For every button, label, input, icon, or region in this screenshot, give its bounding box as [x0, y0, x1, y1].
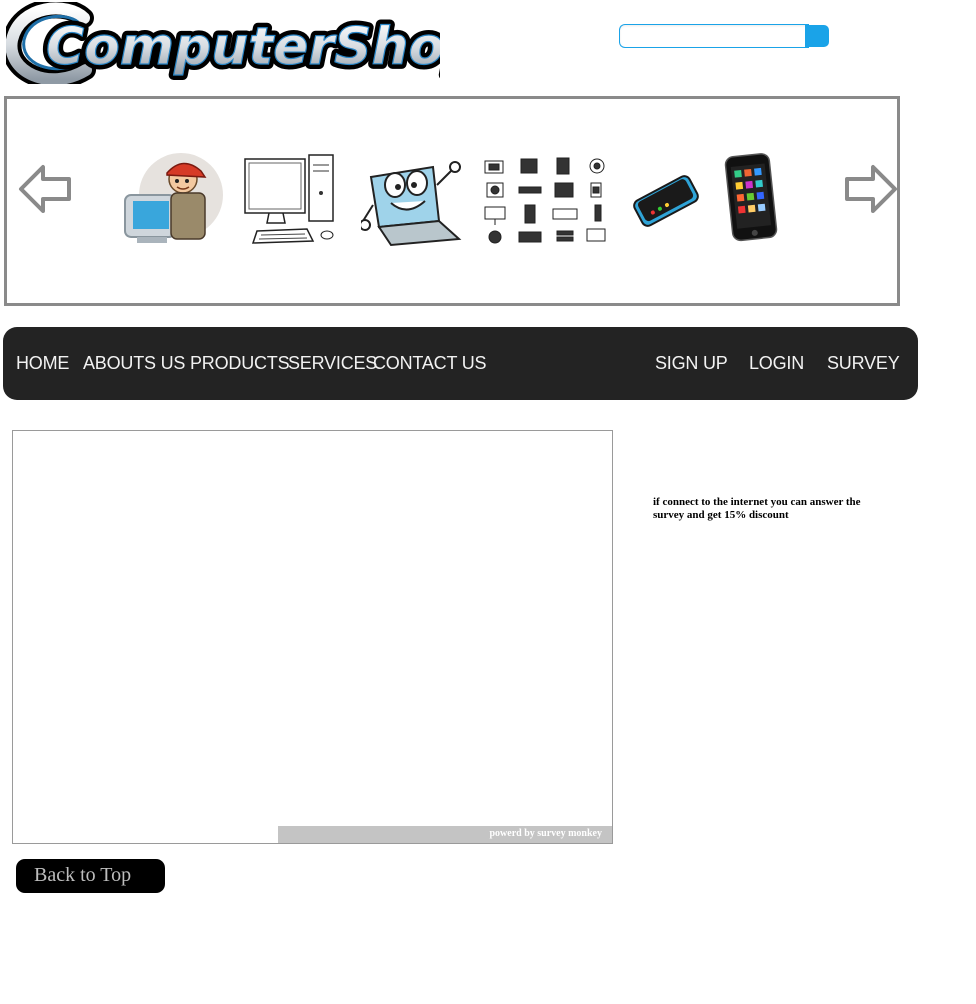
nav-products[interactable]: PRODUCTS [190, 353, 290, 374]
product-slider [4, 96, 900, 306]
back-to-top-label: Back to Top [34, 864, 132, 886]
nav-about-us[interactable]: ABOUTS US [83, 353, 185, 374]
mobile-phone-icon[interactable] [629, 169, 703, 233]
powered-by-bar[interactable]: powerd by survey monkey [278, 826, 612, 843]
survey-embed-frame[interactable]: powerd by survey monkey [12, 430, 613, 844]
laptop-cartoon-icon[interactable] [361, 155, 465, 247]
arrow-right-icon[interactable] [839, 161, 899, 217]
nav-home[interactable]: HOME [16, 353, 69, 374]
survey-discount-notice: if connect to the internet you can answe… [653, 496, 861, 521]
arrow-left-icon[interactable] [17, 161, 77, 217]
nav-contact-us[interactable]: CONTACT US [373, 353, 487, 374]
technician-icon[interactable] [121, 151, 229, 249]
smartphone-icon[interactable] [723, 153, 781, 243]
back-to-top-button[interactable]: Back to Top [16, 859, 165, 893]
hardware-grid-icon[interactable] [481, 155, 609, 247]
logo-text: ComputerShop [46, 17, 440, 77]
search-input[interactable] [619, 24, 809, 48]
nav-login[interactable]: LOGIN [749, 353, 804, 374]
desktop-computer-icon[interactable] [243, 153, 339, 249]
computershop-logo[interactable]: ComputerShop ComputerShop [6, 2, 440, 84]
main-nav: HOME ABOUTS US PRODUCTS SERVICES CONTACT… [3, 327, 918, 400]
search-button[interactable] [805, 25, 829, 47]
powered-by-text[interactable]: powerd by survey monkey [489, 828, 602, 839]
nav-sign-up[interactable]: SIGN UP [655, 353, 728, 374]
search-bar [619, 24, 831, 50]
nav-survey[interactable]: SURVEY [827, 353, 900, 374]
nav-services[interactable]: SERVICES [288, 353, 377, 374]
